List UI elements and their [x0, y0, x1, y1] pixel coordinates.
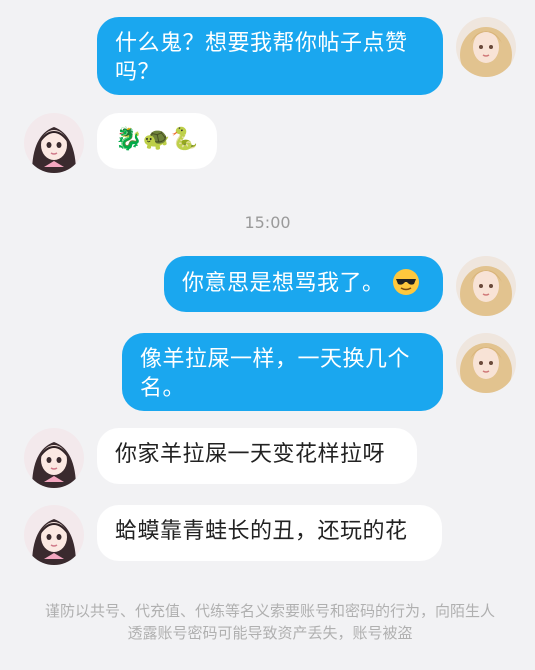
avatar-icon[interactable]: [24, 113, 84, 173]
avatar-icon[interactable]: [456, 256, 516, 316]
avatar-icon[interactable]: [24, 428, 84, 488]
message-text: 你家羊拉屎一天变花样拉呀: [115, 442, 386, 467]
avatar-icon[interactable]: [456, 333, 516, 393]
message-text: 🐉🐢🐍: [115, 127, 199, 152]
blonde-girl-avatar-icon: [456, 333, 516, 393]
message-bubble-incoming[interactable]: 蛤蟆靠青蛙长的丑，还玩的花: [97, 505, 442, 561]
dark-hair-girl-avatar-icon: [24, 505, 84, 565]
blonde-girl-avatar-icon: [456, 256, 516, 316]
message-bubble-incoming[interactable]: 🐉🐢🐍: [97, 113, 217, 169]
avatar-icon[interactable]: [456, 17, 516, 77]
message-text: 蛤蟆靠青蛙长的丑，还玩的花: [115, 519, 408, 544]
message-text: 你意思是想骂我了。: [182, 271, 385, 296]
message-bubble-outgoing[interactable]: 你意思是想骂我了。: [164, 256, 443, 312]
message-text: 像羊拉屎一样，一天换几个名。: [140, 347, 411, 401]
dark-hair-girl-avatar-icon: [24, 113, 84, 173]
dark-hair-girl-avatar-icon: [24, 428, 84, 488]
blonde-girl-avatar-icon: [456, 17, 516, 77]
timestamp: 15:00: [244, 213, 291, 232]
security-warning: 谨防以共号、代充值、代练等名义索要账号和密码的行为，向陌生人透露账号密码可能导致…: [44, 602, 495, 642]
message-bubble-outgoing[interactable]: 像羊拉屎一样，一天换几个名。: [122, 333, 443, 411]
avatar-icon[interactable]: [24, 505, 84, 565]
message-bubble-outgoing[interactable]: 什么鬼？想要我帮你帖子点赞吗？: [97, 17, 443, 95]
message-bubble-incoming[interactable]: 你家羊拉屎一天变花样拉呀: [97, 428, 417, 484]
sunglasses-face-icon: [393, 269, 420, 295]
message-text: 什么鬼？想要我帮你帖子点赞吗？: [115, 31, 408, 85]
